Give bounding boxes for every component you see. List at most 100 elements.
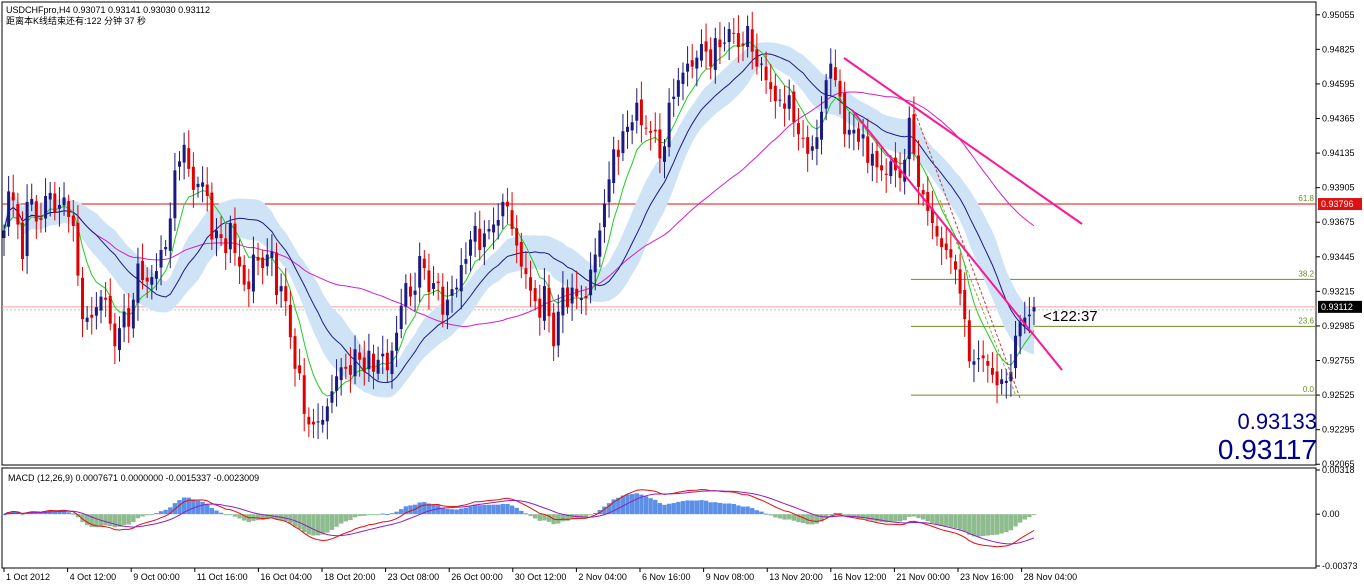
- macd-histogram-bar: [699, 500, 704, 515]
- macd-histogram-bar: [371, 514, 376, 516]
- macd-histogram-bar: [491, 504, 496, 515]
- candle-body: [48, 192, 52, 200]
- macd-histogram-bar: [671, 503, 676, 515]
- time-tick-label: 16 Nov 12:00: [833, 572, 887, 582]
- candle-body: [824, 80, 828, 109]
- macd-histogram-bar: [782, 514, 787, 520]
- candle-body: [815, 137, 819, 149]
- price-tick-label: 0.93215: [1322, 286, 1355, 296]
- macd-histogram-bar: [191, 499, 196, 515]
- candle-body: [787, 95, 791, 109]
- candle-body: [561, 287, 565, 316]
- candle-body: [792, 91, 796, 123]
- header-countdown: 距离本K线结束还有:122 分钟 37 秒: [6, 15, 146, 26]
- candle-body: [607, 179, 611, 203]
- candle-body: [524, 268, 528, 275]
- candle-body: [949, 249, 953, 258]
- candle-body: [247, 281, 251, 290]
- candle-body: [820, 111, 824, 140]
- macd-histogram-bar: [736, 505, 741, 515]
- macd-histogram-bar: [112, 514, 118, 528]
- candle-body: [903, 159, 907, 182]
- candle-body: [727, 29, 731, 43]
- candle-body: [275, 252, 279, 296]
- macd-histogram-bar: [232, 514, 238, 517]
- candle-body: [843, 92, 847, 135]
- macd-histogram-bar: [228, 514, 233, 516]
- candle-body: [750, 29, 754, 52]
- macd-histogram-bar: [505, 503, 510, 515]
- candle-body: [602, 203, 606, 228]
- macd-histogram-bar: [320, 514, 325, 535]
- macd-histogram-bar: [740, 506, 746, 515]
- time-tick-label: 18 Oct 20:00: [324, 572, 376, 582]
- macd-histogram-bar: [306, 514, 312, 535]
- macd-histogram-bar: [967, 514, 972, 535]
- candle-body: [127, 308, 131, 327]
- macd-histogram-bar: [357, 514, 362, 517]
- macd-histogram-bar: [750, 508, 755, 515]
- macd-histogram-bar: [463, 507, 469, 515]
- macd-histogram-bar: [1004, 514, 1009, 533]
- macd-histogram-bar: [394, 511, 399, 515]
- macd-histogram-bar: [486, 504, 492, 515]
- candle-body: [875, 150, 879, 168]
- macd-histogram-bar: [911, 514, 917, 517]
- macd-histogram-bar: [255, 514, 261, 521]
- candle-body: [630, 122, 634, 131]
- candle-body: [1004, 380, 1008, 383]
- macd-histogram-bar: [976, 514, 981, 537]
- candle-body: [709, 49, 713, 67]
- candle-body: [178, 161, 182, 167]
- macd-histogram-bar: [685, 500, 690, 515]
- macd-histogram-bar: [348, 514, 353, 520]
- candle-body: [880, 165, 884, 171]
- candle-body: [316, 421, 320, 423]
- macd-histogram-bar: [380, 513, 385, 515]
- time-tick-label: 6 Nov 16:00: [642, 572, 691, 582]
- macd-histogram-bar: [362, 514, 367, 516]
- macd-histogram-bar: [888, 514, 894, 522]
- candle-body: [884, 173, 888, 175]
- price-tick-label: 0.94365: [1322, 114, 1355, 124]
- macd-histogram-bar: [519, 510, 524, 515]
- candle-body: [866, 136, 870, 163]
- macd-histogram-bar: [870, 514, 875, 521]
- macd-histogram-bar: [745, 506, 750, 515]
- macd-histogram-bar: [999, 514, 1004, 534]
- candle-body: [228, 222, 232, 250]
- header-symbol-ohlc: USDCHFpro,H4 0.93071 0.93141 0.93030 0.9…: [6, 5, 210, 15]
- macd-histogram-bar: [399, 509, 404, 515]
- candle-body: [907, 117, 911, 160]
- candle-body: [265, 254, 269, 267]
- candle-body: [76, 222, 80, 276]
- macd-histogram-bar: [454, 509, 459, 515]
- time-tick-label: 1 Oct 2012: [6, 572, 50, 582]
- macd-tick-label: 0.00: [1322, 509, 1340, 519]
- macd-tick-label: -0.00373: [1322, 561, 1358, 571]
- time-tick-label: 26 Oct 00:00: [451, 572, 503, 582]
- macd-histogram-bar: [657, 503, 663, 515]
- macd-histogram-bar: [468, 506, 473, 515]
- candle-body: [261, 257, 265, 269]
- macd-histogram-bar: [759, 511, 764, 515]
- macd-histogram-bar: [893, 514, 898, 522]
- candle-body: [658, 129, 662, 159]
- candle-body: [432, 283, 436, 289]
- macd-histogram-bar: [629, 494, 635, 515]
- countdown-label: <122:37: [1043, 308, 1098, 325]
- candle-body: [829, 63, 833, 79]
- candle-body: [348, 365, 352, 375]
- candle-body: [556, 311, 560, 346]
- candle-body: [538, 298, 542, 318]
- candle-body: [325, 406, 329, 422]
- macd-histogram-bar: [962, 514, 967, 532]
- macd-histogram-bar: [1013, 514, 1018, 527]
- macd-histogram-bar: [477, 505, 482, 515]
- time-tick-label: 9 Nov 08:00: [706, 572, 755, 582]
- candle-body: [381, 353, 385, 357]
- price-tick-label: 0.92985: [1322, 321, 1355, 331]
- macd-histogram-bar: [121, 514, 127, 526]
- candle-body: [746, 26, 750, 47]
- candle-body: [695, 57, 699, 69]
